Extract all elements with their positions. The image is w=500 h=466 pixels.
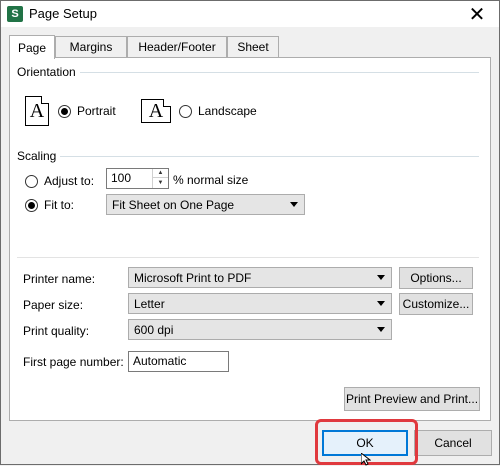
ok-button-label: OK xyxy=(356,436,374,450)
close-button[interactable]: ✕ xyxy=(455,1,499,27)
tab-label: Sheet xyxy=(237,40,269,54)
print-preview-button[interactable]: Print Preview and Print... xyxy=(344,387,480,411)
scaling-group-label: Scaling xyxy=(17,149,61,163)
first-page-number-input[interactable]: Automatic xyxy=(128,351,229,372)
tab-page[interactable]: Page xyxy=(9,35,55,59)
chevron-down-icon xyxy=(377,275,385,280)
spin-down-icon[interactable]: ▼ xyxy=(153,178,168,187)
portrait-label[interactable]: Portrait xyxy=(77,104,116,118)
section-divider xyxy=(17,257,479,258)
spin-up-icon[interactable]: ▲ xyxy=(153,169,168,178)
cancel-button-label: Cancel xyxy=(434,436,472,450)
customize-button[interactable]: Customize... xyxy=(399,293,473,315)
fit-to-value: Fit Sheet on One Page xyxy=(112,198,235,212)
paper-size-value: Letter xyxy=(134,297,165,311)
adjust-to-radio[interactable] xyxy=(25,175,38,188)
normal-size-label: % normal size xyxy=(173,173,249,187)
first-page-number-value: Automatic xyxy=(133,354,187,368)
paper-size-dropdown[interactable]: Letter xyxy=(128,293,392,314)
printer-name-label: Printer name: xyxy=(23,272,96,286)
spreadsheet-app-icon: S xyxy=(7,6,23,22)
first-page-number-label: First page number: xyxy=(23,355,124,369)
tab-margins[interactable]: Margins xyxy=(55,36,127,57)
adjust-to-label[interactable]: Adjust to: xyxy=(44,174,94,188)
chevron-down-icon xyxy=(290,202,298,207)
tab-label: Header/Footer xyxy=(138,40,216,54)
print-quality-label: Print quality: xyxy=(23,324,90,338)
print-quality-value: 600 dpi xyxy=(134,323,174,337)
tab-header-footer[interactable]: Header/Footer xyxy=(127,36,227,57)
options-button[interactable]: Options... xyxy=(399,267,473,289)
close-icon: ✕ xyxy=(468,3,486,26)
fit-to-radio[interactable] xyxy=(25,199,38,212)
orientation-divider xyxy=(17,72,479,73)
cancel-button[interactable]: Cancel xyxy=(414,430,492,456)
chevron-down-icon xyxy=(377,327,385,332)
scale-percent-value: 100 xyxy=(111,171,132,185)
customize-button-label: Customize... xyxy=(402,297,470,311)
tab-label: Page xyxy=(17,40,47,55)
tab-label: Margins xyxy=(69,40,113,54)
window-title: Page Setup xyxy=(29,6,97,21)
title-bar: S Page Setup ✕ xyxy=(1,1,499,27)
landscape-label[interactable]: Landscape xyxy=(198,104,257,118)
printer-name-dropdown[interactable]: Microsoft Print to PDF xyxy=(128,267,392,288)
page-setup-dialog: S Page Setup ✕ Page Margins Header/Foote… xyxy=(0,0,500,466)
paper-size-label: Paper size: xyxy=(23,298,84,312)
options-button-label: Options... xyxy=(410,271,462,285)
landscape-page-icon: A xyxy=(141,99,171,123)
chevron-down-icon xyxy=(377,301,385,306)
print-preview-button-label: Print Preview and Print... xyxy=(345,392,479,406)
portrait-page-icon: A xyxy=(25,96,49,126)
fit-to-label[interactable]: Fit to: xyxy=(44,198,74,212)
scaling-divider xyxy=(17,156,479,157)
tab-sheet[interactable]: Sheet xyxy=(227,36,279,57)
mouse-cursor-icon xyxy=(361,453,371,466)
fit-to-dropdown[interactable]: Fit Sheet on One Page xyxy=(106,194,305,215)
printer-name-value: Microsoft Print to PDF xyxy=(134,271,252,285)
landscape-radio[interactable] xyxy=(179,105,192,118)
print-quality-dropdown[interactable]: 600 dpi xyxy=(128,319,392,340)
scale-spinner[interactable]: ▲ ▼ xyxy=(152,169,168,188)
orientation-group-label: Orientation xyxy=(17,65,80,79)
portrait-radio[interactable] xyxy=(58,105,71,118)
